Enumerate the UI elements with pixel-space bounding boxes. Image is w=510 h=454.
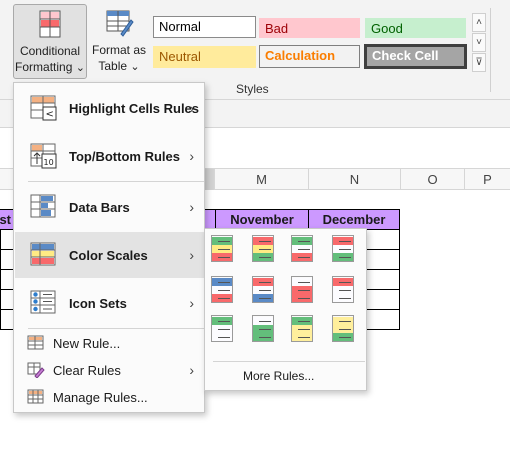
gallery-more-button[interactable]: ⊽	[472, 53, 486, 72]
more-rules-link[interactable]: More Rules...	[243, 369, 314, 383]
svg-text:<: <	[46, 109, 54, 120]
color-scale-option[interactable]	[211, 315, 233, 342]
submenu-arrow-icon: ›	[189, 199, 194, 215]
new-rule-icon	[27, 335, 44, 350]
conditional-formatting-icon	[39, 10, 61, 38]
table-cell[interactable]	[366, 270, 400, 290]
table-cell[interactable]	[0, 310, 14, 330]
conditional-formatting-label-1: Conditional	[19, 44, 81, 58]
chevron-down-icon: ⌄	[130, 61, 140, 73]
menu-item-top-bottom-rules[interactable]: 10 Top/Bottom Rules ›	[15, 133, 204, 179]
table-cell[interactable]	[0, 230, 14, 250]
menu-item-data-bars[interactable]: Data Bars ›	[15, 184, 204, 230]
submenu-arrow-icon: ›	[189, 362, 194, 378]
color-scale-option[interactable]	[332, 276, 354, 303]
color-scale-option[interactable]	[252, 276, 274, 303]
menu-item-label: Top/Bottom Rules	[69, 148, 180, 164]
group-divider	[490, 8, 491, 92]
column-header-p[interactable]: P	[464, 169, 510, 190]
style-good[interactable]: Good	[365, 18, 466, 38]
icon-sets-icon	[30, 290, 56, 314]
menu-item-label: New Rule...	[53, 335, 121, 351]
table-cell[interactable]	[366, 250, 400, 270]
manage-rules-icon	[27, 389, 44, 404]
style-check-cell[interactable]: Check Cell	[364, 44, 467, 69]
color-scale-option[interactable]	[332, 235, 354, 262]
color-scale-option[interactable]	[211, 276, 233, 303]
menu-item-label: Manage Rules...	[53, 389, 148, 405]
column-header-n[interactable]: N	[308, 169, 400, 190]
table-cell[interactable]	[0, 250, 14, 270]
table-cell[interactable]	[0, 290, 14, 310]
cell-styles-gallery: Normal Bad Good Neutral Calculation Chec…	[150, 12, 472, 74]
table-header-december[interactable]: December	[308, 209, 400, 230]
menu-item-new-rule[interactable]: New Rule...	[15, 330, 204, 356]
color-scale-option[interactable]	[332, 315, 354, 342]
menu-item-manage-rules[interactable]: Manage Rules...	[15, 384, 204, 410]
menu-separator	[28, 328, 204, 329]
color-scales-icon	[30, 242, 56, 266]
conditional-formatting-menu: < Highlight Cells Rules › 10 Top/Bottom …	[13, 82, 205, 413]
format-as-table-button[interactable]: Format as Table ⌄	[90, 4, 148, 79]
style-bad[interactable]: Bad	[259, 18, 360, 38]
style-calculation[interactable]: Calculation	[259, 45, 360, 68]
menu-item-label: Clear Rules	[53, 362, 121, 378]
color-scales-submenu: More Rules...	[204, 228, 367, 391]
menu-item-highlight-cells-rules[interactable]: < Highlight Cells Rules ›	[15, 85, 204, 131]
style-neutral[interactable]: Neutral	[153, 46, 256, 68]
table-header-november[interactable]: November	[215, 209, 309, 230]
table-cell[interactable]	[0, 270, 14, 290]
column-header-l[interactable]	[204, 169, 214, 190]
menu-item-label: Color Scales	[69, 247, 148, 263]
conditional-formatting-button[interactable]: Conditional Formatting ⌄	[13, 4, 87, 79]
menu-item-icon-sets[interactable]: Icon Sets ›	[15, 280, 204, 326]
chevron-down-icon: ⌄	[75, 62, 85, 74]
column-header-m[interactable]: M	[214, 169, 308, 190]
color-scale-option[interactable]	[252, 235, 274, 262]
color-scale-option[interactable]	[291, 315, 313, 342]
menu-item-color-scales[interactable]: Color Scales ›	[15, 232, 204, 278]
menu-item-label: Data Bars	[69, 199, 130, 215]
svg-text:10: 10	[44, 158, 54, 167]
clear-rules-icon	[27, 362, 45, 378]
format-as-table-label-1: Format as	[91, 43, 146, 57]
format-as-table-icon	[106, 10, 134, 37]
table-cell[interactable]	[366, 230, 400, 250]
color-scale-option[interactable]	[252, 315, 274, 342]
menu-separator	[28, 181, 204, 182]
highlight-cells-icon: <	[30, 95, 57, 121]
color-scale-option[interactable]	[291, 276, 313, 303]
submenu-arrow-icon: ›	[189, 148, 194, 164]
submenu-arrow-icon: ›	[189, 247, 194, 263]
color-scale-option[interactable]	[211, 235, 233, 262]
column-header-o[interactable]: O	[400, 169, 464, 190]
color-scale-option[interactable]	[291, 235, 313, 262]
menu-item-label: Highlight Cells Rules	[69, 100, 200, 116]
table-header-partial[interactable]: st	[0, 209, 14, 230]
gallery-scroll-up-button[interactable]: ˄	[472, 13, 486, 32]
submenu-arrow-icon: ›	[189, 295, 194, 311]
styles-gallery-scroll: ˄ ˅ ⊽	[472, 13, 486, 73]
format-as-table-label-2: Table ⌄	[98, 59, 140, 73]
data-bars-icon	[30, 194, 56, 218]
menu-item-clear-rules[interactable]: Clear Rules ›	[15, 357, 204, 383]
submenu-arrow-icon: ›	[189, 100, 194, 116]
menu-item-label: Icon Sets	[69, 295, 127, 311]
style-normal[interactable]: Normal	[153, 16, 256, 38]
styles-group-label: Styles	[236, 82, 269, 96]
top-bottom-icon: 10	[30, 143, 57, 169]
submenu-separator	[213, 361, 365, 362]
table-cell[interactable]	[366, 310, 400, 330]
gallery-scroll-down-button[interactable]: ˅	[472, 33, 486, 52]
table-cell[interactable]	[366, 290, 400, 310]
conditional-formatting-label-2: Formatting ⌄	[15, 60, 85, 74]
